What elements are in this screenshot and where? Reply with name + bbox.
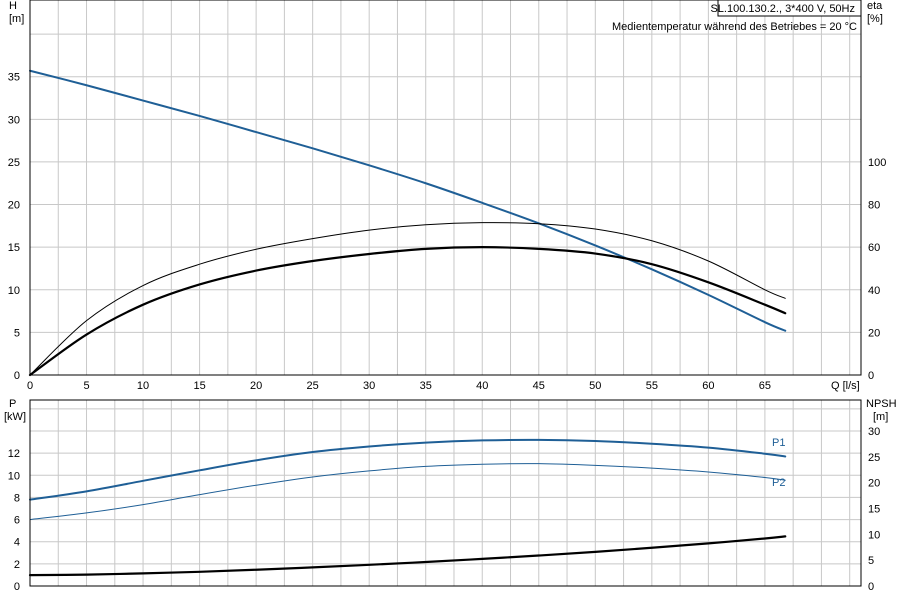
y-right-tick-label: 0 [868, 370, 874, 382]
x-tick-label: 35 [420, 380, 432, 392]
y-left-tick-label: 0 [14, 581, 20, 593]
chart-title: SL.100.130.2., 3*400 V, 50Hz [710, 3, 855, 15]
y-right-tick-label: 80 [868, 200, 880, 212]
y-left-tick-label: 8 [14, 492, 20, 504]
y-right-tick-label: 60 [868, 242, 880, 254]
y-left-tick-label: 10 [8, 285, 20, 297]
upper-right-axis-title: eta [867, 0, 883, 12]
x-tick-label: 40 [476, 380, 488, 392]
y-left-tick-label: 30 [8, 114, 20, 126]
y-left-tick-label: 20 [8, 200, 20, 212]
y-right-tick-label: 100 [868, 157, 886, 169]
y-left-tick-label: 6 [14, 515, 20, 527]
y-right-tick-label: 5 [868, 555, 874, 567]
x-tick-label: 15 [193, 380, 205, 392]
y-right-tick-label: 0 [868, 581, 874, 593]
upper-left-axis-unit: [m] [9, 13, 24, 25]
series-label-p1: P1 [772, 437, 785, 449]
y-right-tick-label: 25 [868, 452, 880, 464]
x-tick-label: 5 [83, 380, 89, 392]
y-right-tick-label: 10 [868, 529, 880, 541]
y-left-tick-label: 15 [8, 242, 20, 254]
chart-subtitle: Medientemperatur während des Betriebes =… [612, 21, 857, 33]
y-left-tick-label: 35 [8, 72, 20, 84]
y-left-tick-label: 12 [8, 448, 20, 460]
x-axis-title: Q [l/s] [831, 380, 860, 392]
lower-left-axis-title: P [9, 398, 16, 410]
y-left-tick-label: 10 [8, 470, 20, 482]
lower-right-axis-title: NPSH [866, 398, 897, 410]
x-tick-label: 65 [759, 380, 771, 392]
x-tick-label: 30 [363, 380, 375, 392]
x-tick-label: 50 [589, 380, 601, 392]
y-right-tick-label: 15 [868, 504, 880, 516]
y-right-tick-label: 20 [868, 478, 880, 490]
y-left-tick-label: 4 [14, 537, 20, 549]
x-tick-label: 20 [250, 380, 262, 392]
y-left-tick-label: 0 [14, 370, 20, 382]
x-tick-label: 55 [646, 380, 658, 392]
upper-right-axis-unit: [%] [867, 13, 883, 25]
y-right-tick-label: 20 [868, 327, 880, 339]
y-left-tick-label: 25 [8, 157, 20, 169]
x-tick-label: 25 [307, 380, 319, 392]
x-tick-label: 10 [137, 380, 149, 392]
y-right-tick-label: 30 [868, 426, 880, 438]
y-left-tick-label: 2 [14, 559, 20, 571]
pump-performance-chart: 051015202530350204060801000 5 10 15 20 25 30 35… [0, 0, 900, 600]
x-tick-label: 0 [27, 380, 33, 392]
series-label-p2: P2 [772, 477, 785, 489]
y-left-tick-label: 5 [14, 327, 20, 339]
lower-left-axis-unit: [kW] [4, 411, 26, 423]
y-right-tick-label: 40 [868, 285, 880, 297]
x-tick-label: 45 [533, 380, 545, 392]
upper-left-axis-title: H [9, 0, 17, 12]
lower-right-axis-unit: [m] [873, 411, 888, 423]
x-tick-label: 60 [702, 380, 714, 392]
